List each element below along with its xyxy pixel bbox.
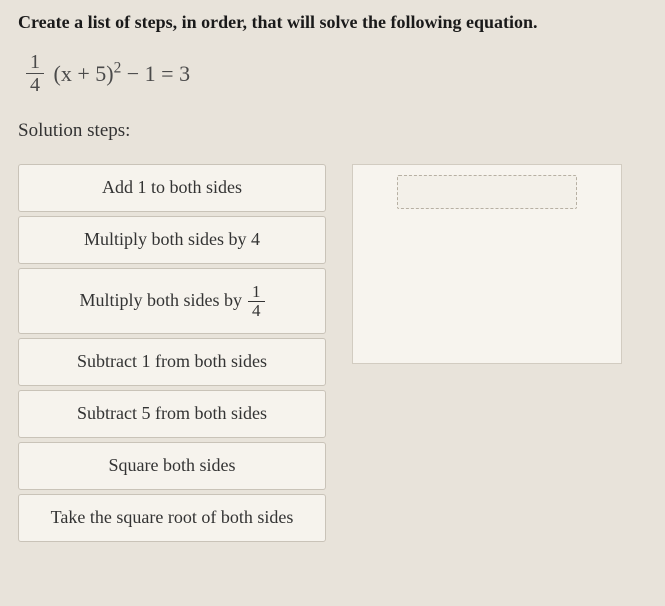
equation-fraction: 1 4 bbox=[26, 51, 44, 96]
step-option-square[interactable]: Square both sides bbox=[18, 442, 326, 490]
step-option-add-1[interactable]: Add 1 to both sides bbox=[18, 164, 326, 212]
step-fraction-den: 4 bbox=[248, 302, 265, 320]
equation-paren-group: (x + 5) bbox=[54, 61, 114, 86]
step-option-subtract-1[interactable]: Subtract 1 from both sides bbox=[18, 338, 326, 386]
step-option-multiply-quarter[interactable]: Multiply both sides by 1 4 bbox=[18, 268, 326, 334]
answer-slot[interactable] bbox=[397, 175, 577, 209]
step-option-subtract-5[interactable]: Subtract 5 from both sides bbox=[18, 390, 326, 438]
question-prompt: Create a list of steps, in order, that w… bbox=[18, 12, 647, 33]
step-label: Multiply both sides by 4 bbox=[84, 229, 260, 251]
step-fraction: 1 4 bbox=[248, 283, 265, 320]
step-label: Subtract 1 from both sides bbox=[77, 351, 267, 373]
layout-row: Add 1 to both sides Multiply both sides … bbox=[18, 164, 647, 542]
step-label: Subtract 5 from both sides bbox=[77, 403, 267, 425]
fraction-numerator: 1 bbox=[26, 51, 44, 74]
fraction-denominator: 4 bbox=[26, 74, 44, 96]
solution-steps-heading: Solution steps: bbox=[18, 120, 647, 142]
step-fraction-num: 1 bbox=[248, 283, 265, 302]
step-label: Add 1 to both sides bbox=[102, 177, 242, 199]
equation-tail: − 1 = 3 bbox=[121, 61, 190, 86]
step-option-multiply-4[interactable]: Multiply both sides by 4 bbox=[18, 216, 326, 264]
step-label: Take the square root of both sides bbox=[51, 507, 294, 529]
step-label-pre: Multiply both sides by bbox=[79, 290, 242, 312]
step-option-sqrt[interactable]: Take the square root of both sides bbox=[18, 494, 326, 542]
answer-drop-area[interactable] bbox=[352, 164, 622, 364]
equation-display: 1 4 (x + 5)2 − 1 = 3 bbox=[26, 51, 647, 96]
equation-body: (x + 5)2 − 1 = 3 bbox=[54, 61, 191, 86]
step-label: Square both sides bbox=[109, 455, 236, 477]
available-steps-column: Add 1 to both sides Multiply both sides … bbox=[18, 164, 326, 542]
